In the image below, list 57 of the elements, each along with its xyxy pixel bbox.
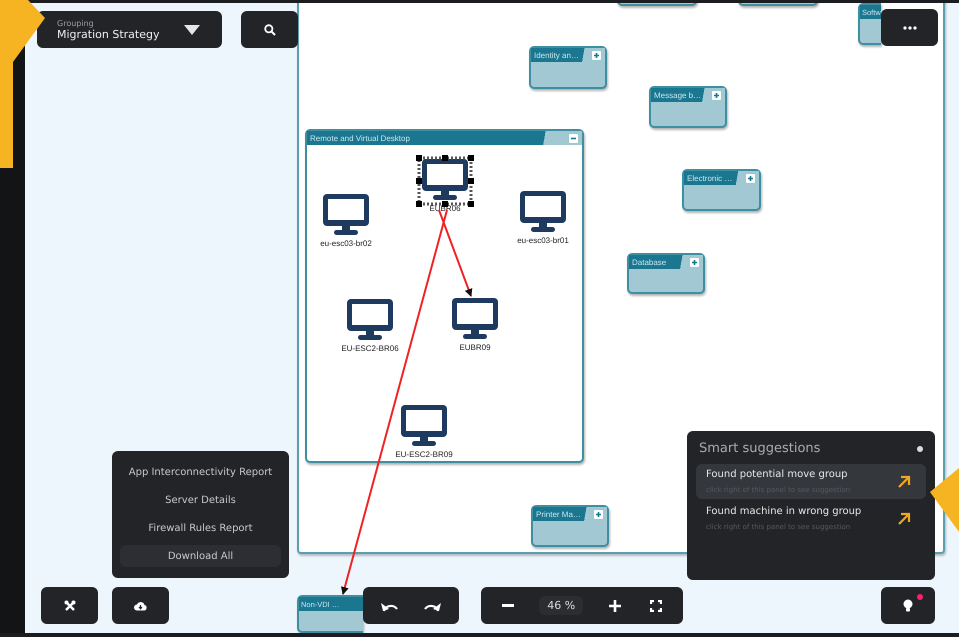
node-label: EU-ESC2-BR09 xyxy=(395,450,453,459)
fullscreen-icon xyxy=(650,600,662,612)
expand-icon[interactable] xyxy=(745,172,756,184)
collapsed-group[interactable]: Printer Ma… xyxy=(531,505,609,547)
panel-title: Smart suggestions xyxy=(699,441,820,456)
monitor-icon[interactable] xyxy=(322,193,370,236)
collapse-icon[interactable] xyxy=(568,132,579,144)
menu-item[interactable]: App Interconnectivity Report xyxy=(120,458,281,486)
node-label: EUBR09 xyxy=(459,343,491,352)
expand-icon[interactable] xyxy=(593,508,604,520)
group-label: Printer Ma… xyxy=(536,510,581,518)
group-label: Remote and Virtual Desktop xyxy=(310,134,410,142)
collapsed-group[interactable]: Identity an… xyxy=(529,46,607,89)
menu-item[interactable]: Server Details xyxy=(120,486,281,514)
minus-icon xyxy=(502,604,514,607)
zoom-level: 46 % xyxy=(539,596,584,615)
download-button[interactable] xyxy=(112,587,169,624)
collapsed-group[interactable]: Electronic … xyxy=(682,169,761,211)
grouping-dropdown[interactable]: Grouping Migration Strategy xyxy=(37,11,222,48)
caret-icon xyxy=(184,24,200,34)
group-label: Database xyxy=(632,258,666,266)
monitor-icon[interactable] xyxy=(451,297,499,340)
expand-icon[interactable] xyxy=(591,50,602,60)
search-icon xyxy=(264,24,276,36)
cloud-download-icon xyxy=(134,600,147,610)
collapsed-group[interactable]: Message b… xyxy=(649,86,727,128)
dropdown-label: Grouping xyxy=(57,18,95,28)
tools-button[interactable] xyxy=(41,587,98,624)
group-label: Electronic … xyxy=(687,174,732,182)
more-icon xyxy=(902,26,916,30)
dropdown-value: Migration Strategy xyxy=(57,28,160,40)
monitor-icon[interactable] xyxy=(421,158,469,201)
collapsed-group[interactable]: Database xyxy=(627,253,705,294)
node-label: eu-esc03-br02 xyxy=(320,239,372,248)
monitor-icon[interactable] xyxy=(519,190,567,233)
node-label: eu-esc03-br01 xyxy=(517,236,569,245)
status-dot xyxy=(917,446,923,452)
menu-item[interactable]: Download All xyxy=(120,545,281,567)
node-label: EU-ESC2-BR06 xyxy=(341,344,399,353)
lightbulb-icon xyxy=(903,599,913,612)
group-label: Identity an… xyxy=(534,50,579,60)
search-button[interactable] xyxy=(241,11,298,48)
expand-icon[interactable] xyxy=(689,256,700,268)
arrow-icon[interactable] xyxy=(897,474,911,488)
more-button[interactable] xyxy=(881,9,938,46)
tools-icon xyxy=(64,600,76,612)
hints-button[interactable] xyxy=(881,587,935,624)
menu-item[interactable]: Firewall Rules Report xyxy=(120,514,281,542)
expand-icon[interactable] xyxy=(711,90,722,100)
suggestion-title: Found machine in wrong group xyxy=(706,506,862,517)
callout-arrow xyxy=(930,468,959,532)
group-label: Message b… xyxy=(654,90,702,100)
monitor-icon[interactable] xyxy=(346,298,394,341)
suggestion-title: Found potential move group xyxy=(706,469,849,480)
monitor-icon[interactable] xyxy=(400,404,448,447)
arrow-icon[interactable] xyxy=(897,512,911,526)
plus-icon xyxy=(608,600,621,612)
